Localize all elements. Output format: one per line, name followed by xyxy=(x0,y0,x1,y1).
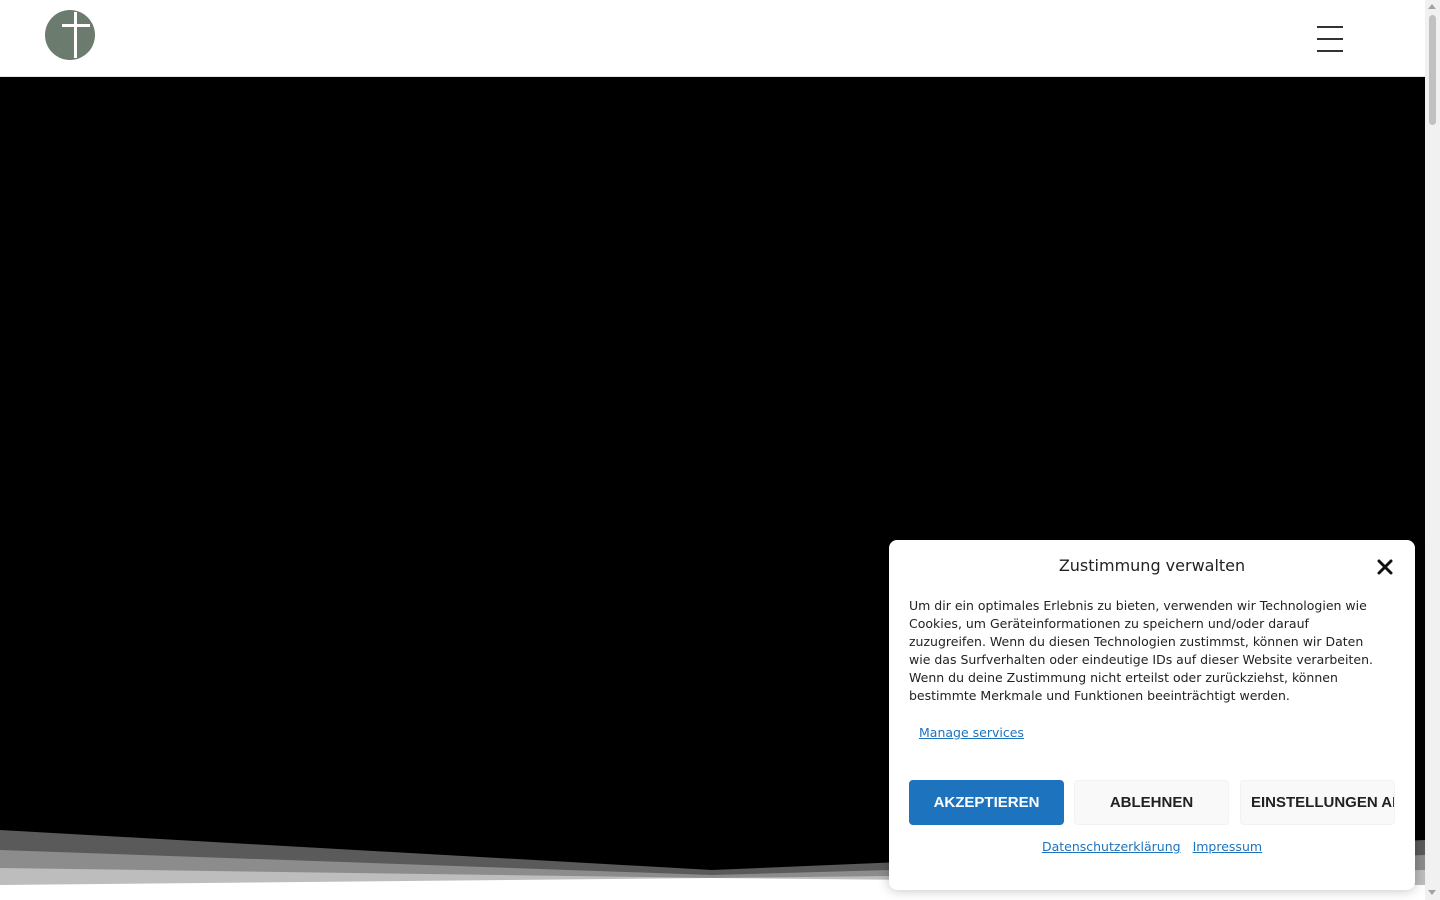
privacy-policy-link[interactable]: Datenschutzerklärung xyxy=(1042,839,1181,854)
dialog-footer-links: Datenschutzerklärung Impressum xyxy=(889,839,1415,854)
scroll-thumb[interactable] xyxy=(1429,15,1436,125)
scroll-up-icon[interactable] xyxy=(1428,4,1436,9)
scroll-down-icon[interactable] xyxy=(1428,890,1436,895)
hamburger-line xyxy=(1317,26,1343,28)
hamburger-line xyxy=(1317,38,1343,40)
hamburger-menu-button[interactable] xyxy=(1317,26,1343,52)
dialog-body-text: Um dir ein optimales Erlebnis zu bieten,… xyxy=(909,598,1373,703)
accept-button[interactable]: AKZEPTIEREN xyxy=(909,780,1064,825)
hamburger-line xyxy=(1317,50,1343,52)
close-icon[interactable] xyxy=(1375,557,1395,577)
manage-services-link[interactable]: Manage services xyxy=(919,725,1024,740)
dialog-title: Zustimmung verwalten xyxy=(1058,556,1246,575)
site-header xyxy=(0,0,1425,77)
page-scrollbar[interactable] xyxy=(1425,0,1440,900)
deny-button[interactable]: ABLEHNEN xyxy=(1074,780,1229,825)
view-settings-button[interactable]: EINSTELLUNGEN ANSEHEN xyxy=(1240,780,1395,825)
logo-icon[interactable] xyxy=(45,10,95,60)
cookie-consent-dialog: Zustimmung verwalten Um dir ein optimale… xyxy=(889,540,1415,890)
imprint-link[interactable]: Impressum xyxy=(1193,839,1262,854)
hero-ghost-heading xyxy=(160,567,175,618)
